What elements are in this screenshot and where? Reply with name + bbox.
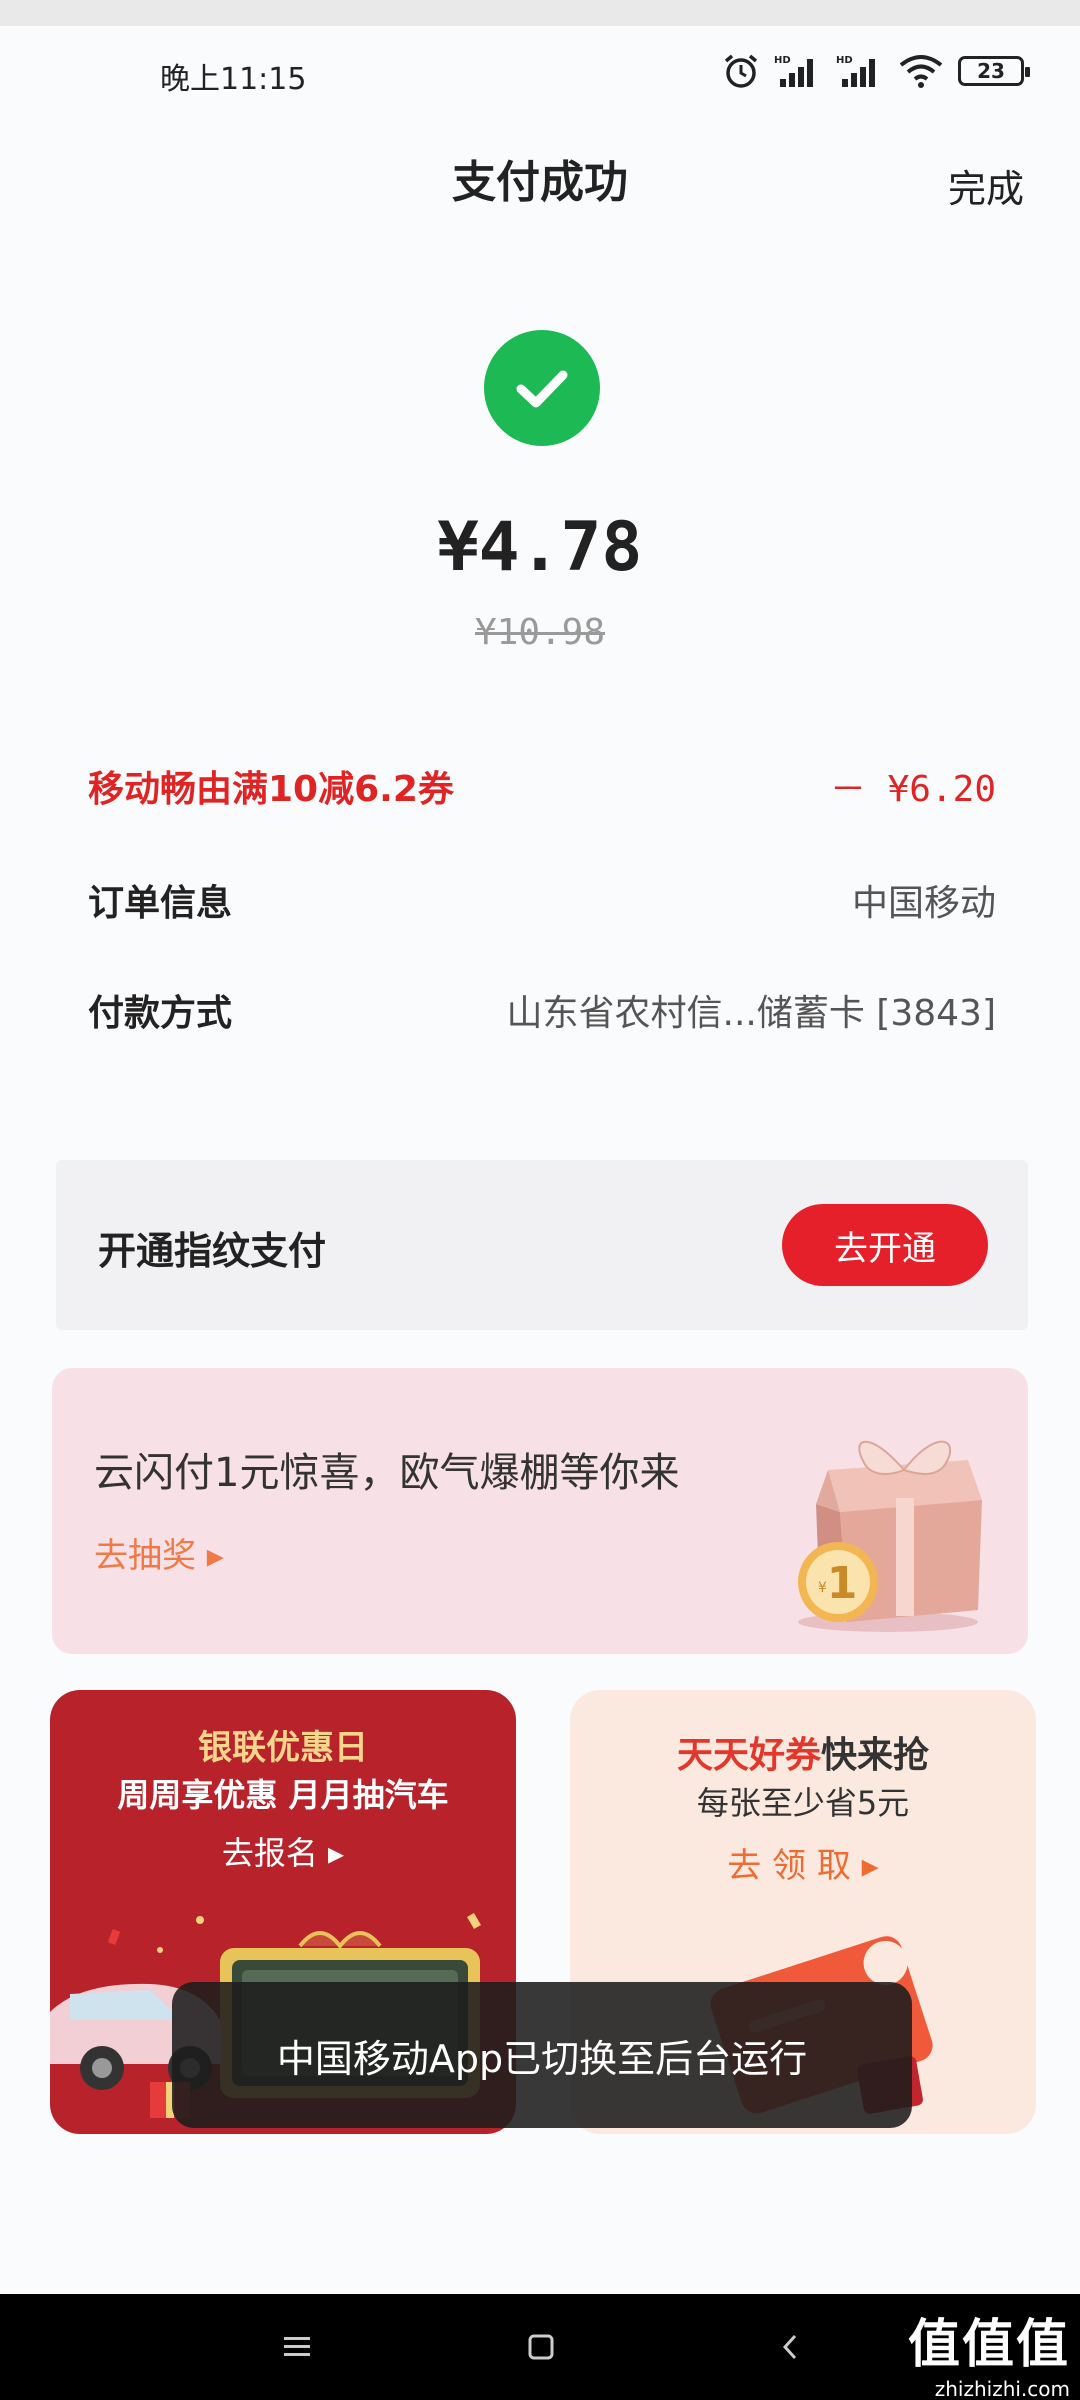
card-right-title-rest: 快来抢: [821, 1735, 930, 1776]
signup-link[interactable]: 去报名 ▸: [50, 1828, 516, 1874]
status-bar: 晚上11:15 HD HD 23: [0, 26, 1080, 122]
payment-method-label: 付款方式: [88, 993, 233, 1034]
back-icon[interactable]: [766, 2324, 812, 2370]
order-label: 订单信息: [88, 883, 233, 924]
background-toast: 中国移动App已切换至后台运行: [172, 1982, 912, 2128]
payment-method-row: 付款方式 山东省农村信...储蓄卡 [3843]: [88, 984, 996, 1036]
page-title: 支付成功: [452, 157, 628, 208]
svg-text:¥: ¥: [818, 1580, 827, 1596]
paid-amount: ¥4.78: [437, 508, 643, 587]
order-row: 订单信息 中国移动: [88, 874, 996, 926]
coupon-row: 移动畅由满10减6.2券 － ¥6.20: [88, 760, 996, 812]
watermark-logo: 值值值: [907, 2315, 1070, 2375]
watermark: 值值值 zhizhizhi.com: [908, 2302, 1070, 2400]
order-value: 中国移动: [851, 883, 996, 924]
watermark-url: zhizhizhi.com: [934, 2377, 1070, 2400]
gift-box-icon: 1 ¥: [798, 1440, 982, 1632]
svg-text:HD: HD: [774, 55, 791, 66]
coupon-label: 移动畅由满10减6.2券: [88, 769, 454, 810]
fingerprint-pay-label: 开通指纹支付: [98, 1229, 327, 1273]
done-button[interactable]: 完成: [948, 158, 1024, 213]
card-left-title: 银联优惠日: [198, 1728, 368, 1768]
card-left-subtitle: 周周享优惠 月月抽汽车: [117, 1776, 449, 1814]
promo-lottery-link[interactable]: 去抽奖 ▸: [94, 1528, 224, 1577]
svg-text:HD: HD: [836, 55, 853, 66]
lottery-promo-banner[interactable]: 云闪付1元惊喜，欧气爆棚等你来 去抽奖 ▸ 1 ¥: [52, 1368, 1028, 1654]
wifi-icon: [899, 55, 943, 88]
coin-value: 1: [827, 1558, 858, 1609]
battery-icon: 23: [958, 56, 1030, 86]
promo-title: 云闪付1元惊喜，欧气爆棚等你来: [94, 1450, 680, 1496]
signal-hd-icon: HD: [774, 55, 813, 87]
card-right-subtitle: 每张至少省5元: [696, 1784, 910, 1822]
card-right-title-highlight: 天天好券: [676, 1735, 821, 1776]
status-icons: HD HD 23: [722, 52, 1030, 90]
status-time: 晚上11:15: [160, 62, 307, 97]
menu-icon[interactable]: [274, 2324, 320, 2370]
signal-hd-2-icon: HD: [836, 55, 875, 87]
coupon-value: － ¥6.20: [829, 769, 996, 810]
fingerprint-pay-card: 开通指纹支付 去开通: [56, 1160, 1028, 1330]
success-check-icon: [484, 330, 600, 446]
enable-fingerprint-button[interactable]: 去开通: [782, 1204, 988, 1286]
card-right-title: 天天好券快来抢: [570, 1726, 1036, 1778]
original-amount: ¥10.98: [474, 612, 606, 653]
home-icon[interactable]: [518, 2324, 564, 2370]
top-strip: [0, 0, 1080, 26]
claim-link[interactable]: 去 领 取 ▸: [570, 1838, 1036, 1887]
payment-method-value: 山东省农村信...储蓄卡 [3843]: [506, 993, 996, 1034]
alarm-icon: [724, 54, 758, 88]
